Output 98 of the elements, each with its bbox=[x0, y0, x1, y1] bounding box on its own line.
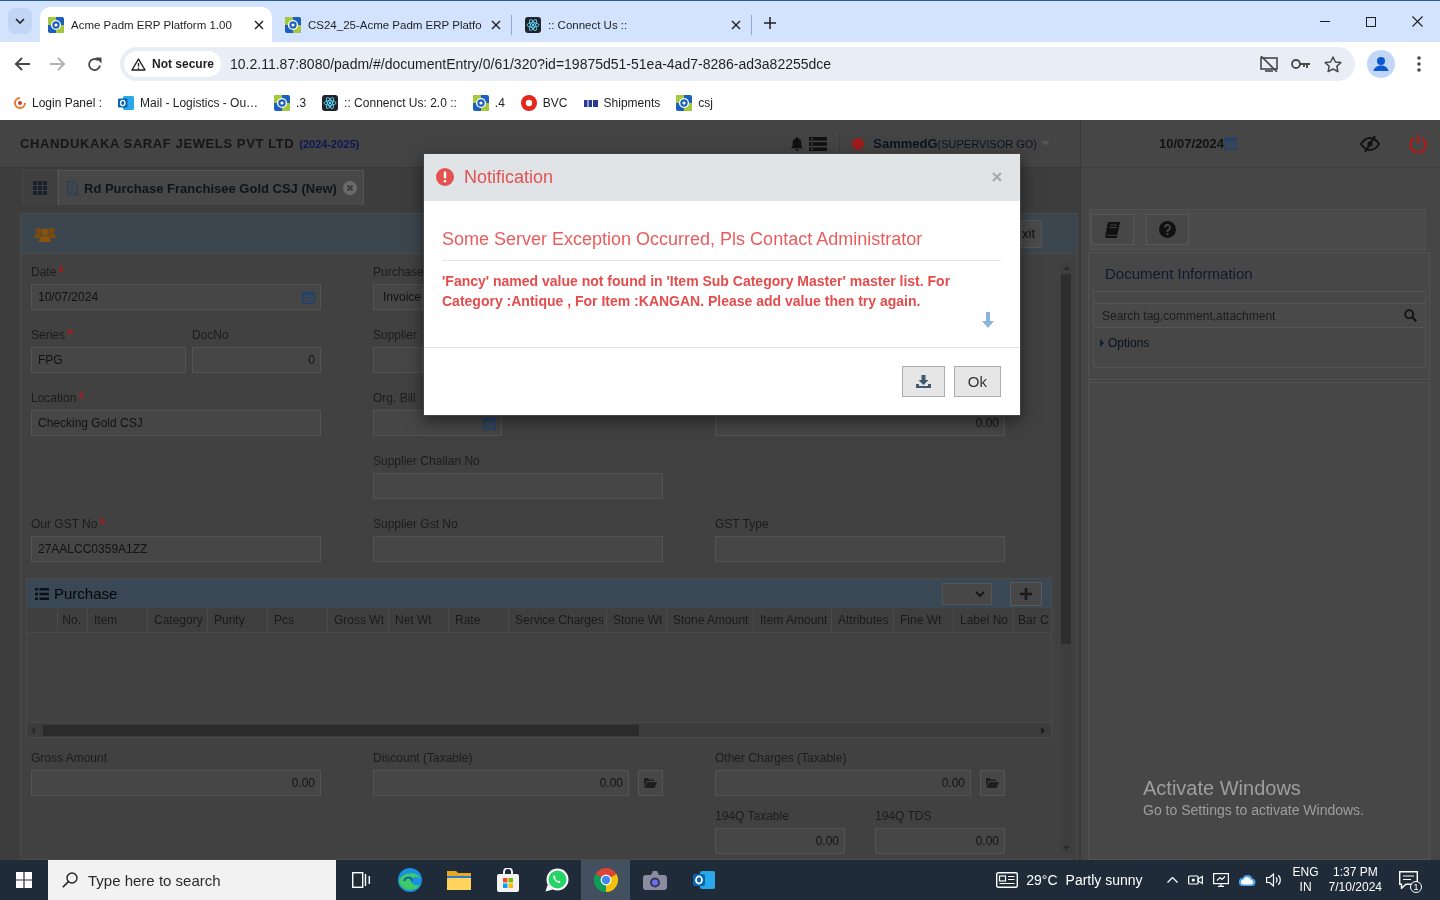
financial-year: (2024-2025) bbox=[299, 137, 360, 150]
activation-message: Go to Settings to activate Windows. bbox=[1143, 801, 1364, 819]
site-icon bbox=[285, 16, 301, 33]
chevron-up-icon[interactable] bbox=[1166, 877, 1178, 883]
browser-tab[interactable]: CS24_25-Acme Padm ERP Platfo bbox=[277, 7, 509, 42]
download-button[interactable] bbox=[901, 366, 945, 397]
bookmark[interactable]: Login Panel : bbox=[14, 96, 103, 110]
folder-button[interactable] bbox=[980, 770, 1005, 796]
ok-button[interactable]: Ok bbox=[953, 366, 1001, 397]
close-icon[interactable] bbox=[254, 19, 264, 30]
download-icon bbox=[915, 375, 931, 388]
bookmark[interactable]: Shipments bbox=[583, 96, 661, 110]
site-icon bbox=[48, 16, 64, 33]
mail-icon bbox=[118, 95, 135, 111]
screen-off-icon[interactable] bbox=[1260, 56, 1278, 72]
star-icon[interactable] bbox=[1324, 55, 1342, 73]
folder-icon bbox=[446, 870, 471, 890]
language-indicator[interactable]: ENG IN bbox=[1292, 865, 1319, 895]
address-bar[interactable]: Not secure 10.2.11.87:8080/padm/#/documentEntry/0/61/320?id=19875d51-51ea-4ad7-8286-ad3a82255dce bbox=[120, 47, 1355, 81]
error-message: 'Fancy' named value not found in 'Item Sub Category Master' master list. For Category :Antique , For Item :KANGAN. Please add value then try again. bbox=[442, 272, 952, 311]
dialog-title: Notification bbox=[464, 166, 554, 188]
swirl-icon bbox=[397, 868, 422, 892]
folder-button[interactable] bbox=[638, 770, 663, 796]
video-icon[interactable] bbox=[1187, 873, 1203, 887]
warning-icon bbox=[131, 57, 146, 71]
clock[interactable]: 1:37 PM 7/10/2024 bbox=[1328, 865, 1382, 895]
atom-icon bbox=[525, 16, 541, 33]
atom-icon bbox=[322, 95, 339, 111]
document-icon bbox=[67, 181, 78, 195]
help-icon bbox=[1159, 221, 1176, 238]
cloud-icon[interactable] bbox=[1238, 874, 1256, 886]
weather-widget[interactable]: 29°C Partly sunny bbox=[996, 872, 1143, 888]
book-button[interactable] bbox=[1091, 214, 1134, 245]
plus-icon bbox=[1020, 587, 1032, 600]
speaker-icon[interactable] bbox=[1265, 873, 1282, 887]
triangle-right-icon bbox=[1041, 726, 1045, 734]
browser-tab[interactable]: Acme Padm ERP Platform 1.00 bbox=[40, 7, 272, 42]
reload-icon bbox=[86, 56, 102, 72]
list-icon bbox=[35, 587, 49, 600]
bookmark[interactable]: Mail - Logistics - Ou… bbox=[118, 95, 259, 111]
close-icon[interactable] bbox=[731, 19, 741, 30]
table-title: Purchase bbox=[54, 585, 118, 602]
error-heading: Some Server Exception Occurred, Pls Contact Administrator bbox=[442, 228, 924, 250]
more-icon[interactable] bbox=[1417, 56, 1421, 72]
camera-icon bbox=[642, 870, 667, 890]
minimize-icon bbox=[1320, 21, 1330, 22]
security-chip[interactable]: Not secure bbox=[124, 51, 222, 77]
text-field[interactable] bbox=[373, 347, 423, 373]
record-icon bbox=[520, 95, 537, 111]
shopping-bag-icon bbox=[496, 868, 519, 892]
bookmark[interactable]: csj bbox=[676, 95, 713, 111]
mail-icon bbox=[692, 871, 715, 889]
logo-icon bbox=[583, 99, 598, 107]
status-dot-icon bbox=[852, 137, 865, 150]
maximize-icon bbox=[1366, 16, 1376, 27]
site-icon bbox=[274, 95, 291, 111]
horizontal-scrollbar[interactable] bbox=[27, 722, 1051, 737]
site-icon bbox=[472, 95, 489, 111]
arrow-right-icon bbox=[50, 57, 66, 71]
color-wheel-icon bbox=[593, 868, 618, 892]
search-icon bbox=[1404, 309, 1417, 322]
bookmark[interactable]: .4 bbox=[472, 95, 505, 111]
search-icon bbox=[62, 872, 78, 888]
folder-icon bbox=[986, 778, 999, 788]
plus-icon bbox=[764, 17, 776, 29]
display-icon[interactable] bbox=[1212, 873, 1229, 887]
site-icon bbox=[676, 95, 693, 111]
scrollbar-thumb[interactable] bbox=[43, 724, 639, 736]
activation-title: Activate Windows bbox=[1143, 776, 1302, 800]
add-row-button[interactable] bbox=[1010, 581, 1042, 606]
bookmark[interactable]: :: Connenct Us: 2.0 :: bbox=[322, 95, 457, 111]
folder-icon bbox=[644, 778, 657, 788]
chevron-down-icon bbox=[15, 18, 25, 24]
bookmark[interactable]: .3 bbox=[274, 95, 307, 111]
url-text: 10.2.11.87:8080/padm/#/documentEntry/0/61/320?id=19875d51-51ea-4ad7-8286-ad3a82255dce bbox=[230, 56, 832, 72]
help-button[interactable] bbox=[1146, 214, 1189, 245]
book-icon bbox=[1105, 221, 1120, 238]
logo-icon bbox=[14, 97, 26, 109]
people-icon bbox=[34, 225, 56, 242]
close-icon bbox=[1411, 16, 1423, 27]
message-icon[interactable] bbox=[1399, 871, 1418, 889]
task-view-icon bbox=[351, 872, 370, 888]
bookmark[interactable]: BVC bbox=[520, 95, 568, 111]
chat-bubble-icon bbox=[544, 868, 569, 892]
browser-tab[interactable]: :: Connect Us :: bbox=[517, 7, 749, 42]
close-icon[interactable] bbox=[491, 19, 501, 30]
arrow-left-icon bbox=[14, 57, 30, 71]
chevron-down-icon bbox=[975, 590, 985, 597]
grid-icon bbox=[33, 181, 47, 195]
alert-icon bbox=[436, 168, 454, 186]
search-field[interactable]: Type here to search bbox=[48, 860, 336, 900]
notification-count[interactable]: 1 bbox=[1410, 881, 1422, 893]
news-icon bbox=[996, 872, 1019, 888]
key-icon[interactable] bbox=[1291, 58, 1311, 70]
tab-search-button[interactable] bbox=[8, 8, 32, 34]
select-field[interactable] bbox=[942, 582, 992, 605]
windows-logo-icon bbox=[16, 872, 32, 888]
avatar-icon[interactable] bbox=[1367, 50, 1395, 78]
